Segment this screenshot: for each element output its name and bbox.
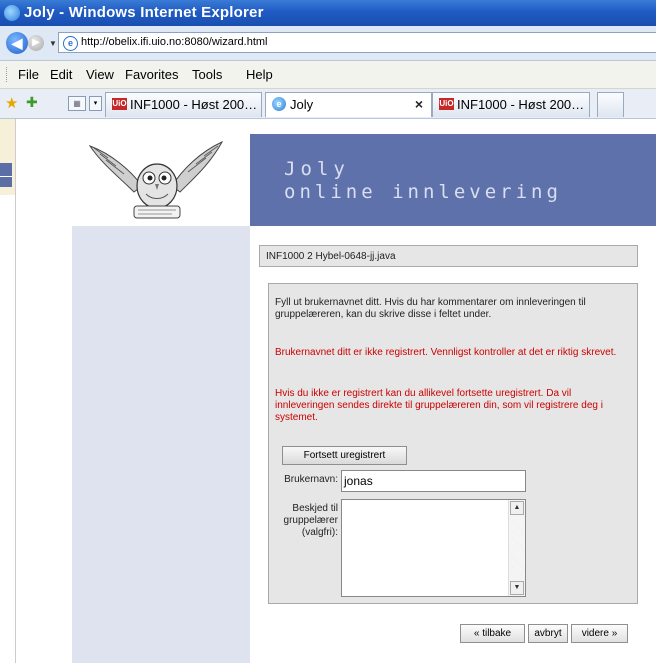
error-message: Brukernavnet ditt er ikke registrert. Ve…: [275, 347, 617, 358]
menu-help[interactable]: Help: [246, 67, 273, 82]
ie-icon: e: [272, 97, 286, 111]
tab-label: INF1000 - Høst 200…: [130, 97, 258, 112]
continue-unregistered-button[interactable]: Fortsett uregistrert: [282, 446, 407, 465]
uio-icon: UiO: [112, 98, 127, 110]
ie-logo-icon: [4, 5, 20, 21]
forward-button[interactable]: ▶: [28, 35, 44, 51]
left-panel-marker-line: [0, 176, 12, 177]
unregistered-info: Hvis du ikke er registrert kan du allike…: [275, 388, 603, 423]
message-label: Beskjed til gruppelærer (valgfri):: [273, 503, 338, 539]
address-toolbar: ◀ ▶ ▼ e http://obelix.ifi.uio.no:8080/wi…: [0, 26, 656, 61]
close-tab-icon[interactable]: ×: [415, 96, 423, 112]
menu-favorites[interactable]: Favorites: [125, 67, 178, 82]
file-name-box: INF1000 2 Hybel-0648-jj.java: [259, 245, 638, 267]
page-icon: e: [63, 36, 78, 51]
tab-joly[interactable]: e Joly ×: [265, 92, 432, 117]
quick-tabs-icon[interactable]: ▦: [68, 96, 86, 111]
message-label-line: Beskjed til: [292, 503, 338, 514]
menu-tools[interactable]: Tools: [192, 67, 222, 82]
scroll-up-arrow-icon[interactable]: ▲: [510, 501, 524, 515]
toolbar-grip: [6, 67, 9, 82]
menu-edit[interactable]: Edit: [50, 67, 72, 82]
back-step-button[interactable]: « tilbake: [460, 624, 525, 643]
scroll-down-arrow-icon[interactable]: ▼: [510, 581, 524, 595]
menu-file[interactable]: File: [18, 67, 39, 82]
window-title: Joly - Windows Internet Explorer: [24, 4, 264, 21]
window-title-bar: Joly - Windows Internet Explorer: [0, 0, 656, 26]
new-tab-button[interactable]: [597, 92, 624, 117]
address-url: http://obelix.ifi.uio.no:8080/wizard.htm…: [81, 36, 268, 48]
tab-bar: ★ ✚ ▦ ▾ UiO INF1000 - Høst 200… e Joly ×…: [0, 89, 656, 119]
message-textarea[interactable]: ▲ ▼: [341, 499, 526, 597]
favorites-star-icon[interactable]: ★: [5, 94, 18, 112]
header-title: Joly: [284, 158, 350, 180]
message-label-line: gruppelærer: [283, 515, 338, 526]
address-input[interactable]: e http://obelix.ifi.uio.no:8080/wizard.h…: [58, 32, 656, 53]
tab-inf1000-1[interactable]: UiO INF1000 - Høst 200…: [105, 92, 262, 117]
tab-list-icon[interactable]: ▾: [89, 96, 102, 111]
instructions-text: Fyll ut brukernavnet ditt. Hvis du har k…: [275, 297, 586, 320]
left-panel-marker: [0, 163, 12, 187]
add-favorite-icon[interactable]: ✚: [26, 94, 38, 111]
owl-logo: [72, 134, 250, 226]
username-input[interactable]: jonas: [341, 470, 526, 492]
tab-inf1000-2[interactable]: UiO INF1000 - Høst 200…: [432, 92, 590, 117]
owl-logo-icon: [88, 140, 224, 219]
menu-bar: File Edit View Favorites Tools Help: [0, 61, 656, 89]
username-label: Brukernavn:: [284, 474, 338, 485]
uio-icon: UiO: [439, 98, 454, 110]
cancel-button[interactable]: avbryt: [528, 624, 568, 643]
message-label-line: (valgfri):: [301, 527, 338, 538]
left-divider: [15, 119, 16, 663]
header-subtitle: online innlevering: [284, 181, 562, 203]
menu-view[interactable]: View: [86, 67, 114, 82]
recent-pages-dropdown-icon[interactable]: ▼: [49, 39, 57, 48]
textarea-scrollbar[interactable]: ▲ ▼: [508, 500, 525, 596]
next-button[interactable]: videre »: [571, 624, 628, 643]
sidebar: [72, 226, 250, 663]
tab-label: Joly: [290, 97, 314, 112]
tab-label: INF1000 - Høst 200…: [457, 97, 585, 112]
back-button[interactable]: ◀: [6, 32, 28, 54]
